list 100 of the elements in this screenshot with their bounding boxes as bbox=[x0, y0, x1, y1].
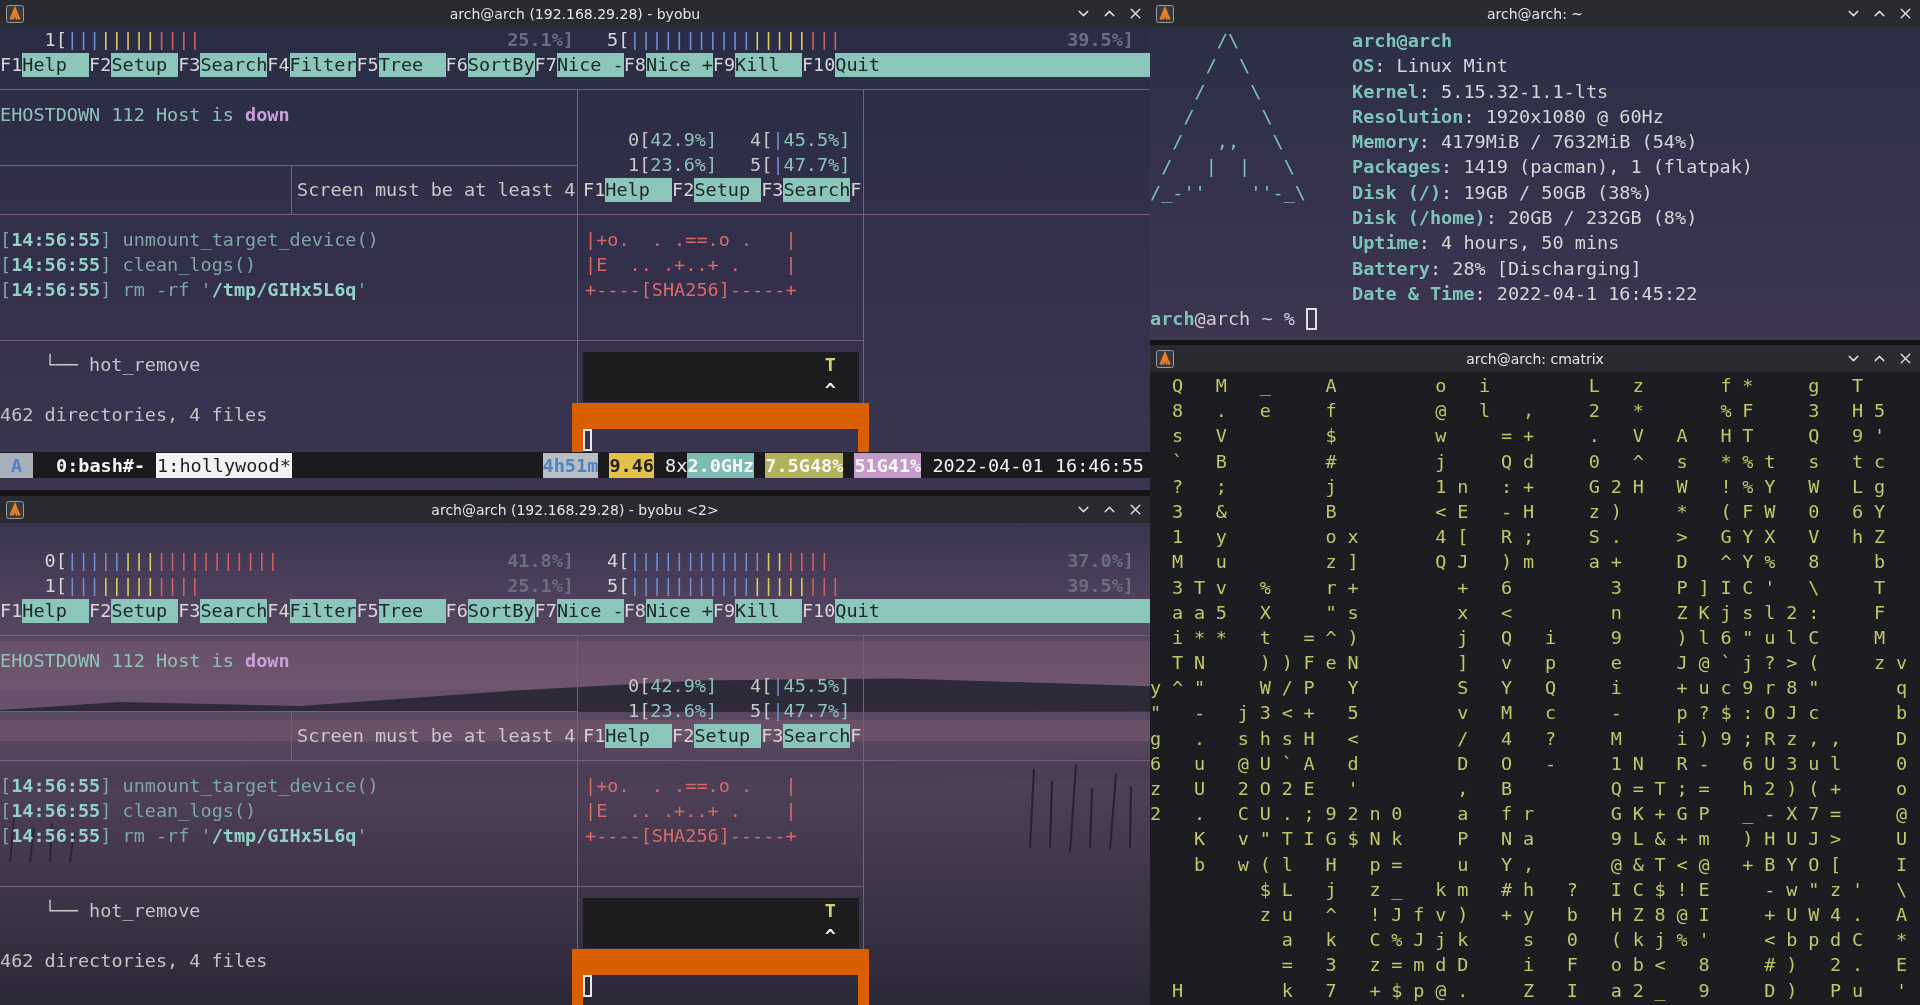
tree-line: └── hot_remove bbox=[43, 898, 202, 923]
matrix-line: $L j z_ km #h ? IC$!E -w"z' \ bbox=[1258, 877, 1918, 902]
cpu-reading: 4[|45.5%] bbox=[750, 128, 851, 152]
window-tab[interactable]: 1:hollywood* bbox=[156, 452, 292, 478]
status-indicator: 9.46 bbox=[609, 452, 654, 478]
fingerprint-line: +----[SHA256]-----+ bbox=[584, 824, 798, 848]
log-line: [14:56:55] rm -rf '/tmp/GIHx5L6q' bbox=[0, 824, 369, 848]
cpu-label: 0[ bbox=[44, 549, 67, 573]
matrix-line: a k C%Jjk s 0 (kj%' <bpdC * bbox=[1280, 928, 1918, 953]
cpu-label: 4[ bbox=[607, 549, 630, 573]
ascii-art-line: / \ bbox=[1193, 79, 1263, 104]
cpu-reading: 0[42.9%] bbox=[628, 674, 718, 698]
summary-text: 462 directories, 4 files bbox=[0, 949, 269, 973]
info-line: OS: Linux Mint bbox=[1352, 54, 1509, 79]
matrix-line: b w(l H p= u Y, @&T<@ +BYO[ I bbox=[1192, 852, 1918, 877]
ascii-art-line: / \ bbox=[1204, 54, 1252, 79]
status-indicator: 51G41% bbox=[854, 452, 922, 478]
matrix-line: 2 . CU.;92n0 a fr GK+GP _-X7= @ bbox=[1150, 802, 1918, 827]
info-line: Resolution: 1920x1080 @ 60Hz bbox=[1352, 104, 1665, 129]
clock: 2022-04-01 16:46:55 bbox=[932, 453, 1144, 478]
log-line: [14:56:55] clean_logs() bbox=[0, 799, 258, 823]
cpu-usage-text: ||||| bbox=[66, 549, 123, 573]
matrix-line: H k 7 +$p@. Z I a2_ 9 D) Pu ' bbox=[1170, 978, 1918, 1003]
tree-line: └── hot_remove bbox=[43, 352, 202, 377]
ascii-art-line: /_-'' ''-_\ bbox=[1150, 180, 1307, 205]
cpu-reading: 1[23.6%] bbox=[628, 699, 718, 723]
error-message: EHOSTDOWN 112 Host is down bbox=[0, 103, 291, 127]
matrix-line: y^" W/P Y S Y Q i +uc9r8" q bbox=[1150, 676, 1918, 701]
matrix-line: K v"TIG$Nk P Na 9L&+m )HUJ> U bbox=[1192, 827, 1918, 852]
matrix-line: 3Tv % r+ + 6 3 P]IC' \ T bbox=[1170, 575, 1896, 600]
fingerprint-line: |E .. .+..+ . | bbox=[584, 253, 798, 277]
fingerprint-line: +----[SHA256]-----+ bbox=[584, 278, 798, 302]
app-icon bbox=[6, 4, 24, 23]
info-line: Memory: 4179MiB / 7632MiB (54%) bbox=[1352, 130, 1699, 155]
cpu-usage-text: ||| bbox=[807, 574, 841, 598]
cpu-usage-text: ||||||||||| bbox=[629, 574, 752, 598]
cpu-usage-text: ||| bbox=[122, 549, 156, 573]
fingerprint-line: |+o. . .==.o . | bbox=[584, 228, 798, 252]
cpu-usage-text: ||| bbox=[66, 28, 101, 52]
error-message: EHOSTDOWN 112 Host is down bbox=[0, 649, 291, 673]
function-key[interactable]: F bbox=[850, 177, 862, 202]
cpu-usage-text: ||||||||||| bbox=[629, 28, 752, 52]
cpu-label: 1[ bbox=[44, 28, 67, 52]
cpu-label: 1[ bbox=[44, 574, 67, 598]
matrix-line: = 3 z=mdD i F ob< 8 #) 2. E bbox=[1280, 953, 1918, 978]
app-icon bbox=[1156, 349, 1174, 368]
info-line: Uptime: 4 hours, 50 mins bbox=[1352, 231, 1621, 256]
cpu-usage-text: |||| bbox=[155, 28, 201, 52]
window-title: arch@arch (192.168.29.28) - byobu <2> bbox=[431, 501, 719, 518]
log-line: [14:56:55] unmount_target_device() bbox=[0, 228, 380, 252]
window-title: arch@arch (192.168.29.28) - byobu bbox=[449, 5, 701, 22]
cpu-reading: 5[|47.7%] bbox=[750, 153, 851, 177]
matrix-line: ? ; j 1n :+ G2H W !%Y W Lg bbox=[1170, 474, 1896, 499]
cpu-usage-text: || bbox=[762, 549, 786, 573]
info-line: Packages: 1419 (pacman), 1 (flatpak) bbox=[1352, 155, 1754, 180]
window-title: arch@arch: ~ bbox=[1486, 5, 1584, 22]
notice-text: Screen must be at least 4 bbox=[297, 725, 576, 746]
summary-text: 462 directories, 4 files bbox=[0, 403, 269, 427]
matrix-line: 8 . e f @ l , 2 * %F 3 H5 bbox=[1170, 399, 1896, 424]
cpu-reading: 5[|47.7%] bbox=[750, 699, 851, 723]
status-indicator: 4h51m bbox=[542, 452, 599, 478]
cpu-usage-text: ||| bbox=[807, 28, 841, 52]
ascii-art-line: / ,, \ bbox=[1171, 130, 1285, 155]
cpu-usage-text: |||| bbox=[155, 574, 201, 598]
cpu-usage-text: ||||| bbox=[751, 28, 808, 52]
log-line: [14:56:55] rm -rf '/tmp/GIHx5L6q' bbox=[0, 278, 369, 302]
panel-text: ^ bbox=[824, 924, 836, 948]
app-icon bbox=[1156, 4, 1174, 23]
matrix-line: z U 2O2E ' , B Q=T;= h2)(+ o bbox=[1150, 777, 1918, 801]
matrix-line: TN ))FeN ] v p e J@`j?>( zv bbox=[1170, 651, 1918, 676]
cpu-usage-text: ||||| bbox=[751, 574, 808, 598]
cpu-reading: 1[23.6%] bbox=[628, 153, 718, 177]
ascii-art-line: / \ bbox=[1182, 104, 1274, 129]
fingerprint-line: |+o. . .==.o . | bbox=[584, 774, 798, 798]
matrix-line: " - j3<+ 5 v M c - p?$:OJc b bbox=[1150, 701, 1918, 726]
cpu-value: 39.5%] bbox=[1067, 28, 1134, 52]
window-title: arch@arch: cmatrix bbox=[1466, 350, 1604, 367]
ascii-art-line: / | | \ bbox=[1160, 155, 1296, 180]
matrix-line: aa5 X "s x < n ZKjsl2: F bbox=[1170, 600, 1896, 625]
cursor bbox=[1305, 307, 1317, 330]
shell-prompt: arch@arch ~ % bbox=[1150, 307, 1295, 332]
info-line: Disk (/home): 20GB / 232GB (8%) bbox=[1352, 206, 1699, 231]
status-text: 8x bbox=[665, 453, 688, 478]
status-indicator: 2.0GHz bbox=[687, 452, 755, 478]
cpu-label: 5[ bbox=[607, 574, 630, 598]
panel-text: T bbox=[824, 353, 836, 377]
window-tab[interactable]: 0:bash#- bbox=[55, 452, 147, 478]
matrix-line: ` B # j Qd 0 ^ s *%t s tc bbox=[1170, 449, 1896, 474]
user-host: arch@arch bbox=[1352, 29, 1454, 53]
cpu-usage-text: ||| bbox=[66, 574, 101, 598]
matrix-line: g . shsH < / 4 ? M i)9;Rz,, D bbox=[1150, 726, 1918, 751]
info-line: Date & Time: 2022-04-1 16:45:22 bbox=[1352, 281, 1699, 306]
info-line: Kernel: 5.15.32-1.1-lts bbox=[1352, 79, 1610, 104]
cpu-reading: 4[|45.5%] bbox=[750, 674, 851, 698]
cpu-usage-text: |||| bbox=[785, 549, 830, 573]
matrix-line: 6 u @U`A d D O - 1N R- 6U3ul 0 bbox=[1150, 751, 1918, 776]
function-key[interactable]: F bbox=[850, 723, 862, 748]
session-badge: A bbox=[0, 452, 33, 478]
log-line: [14:56:55] clean_logs() bbox=[0, 253, 258, 277]
cpu-usage-text: ||||| bbox=[100, 28, 156, 52]
